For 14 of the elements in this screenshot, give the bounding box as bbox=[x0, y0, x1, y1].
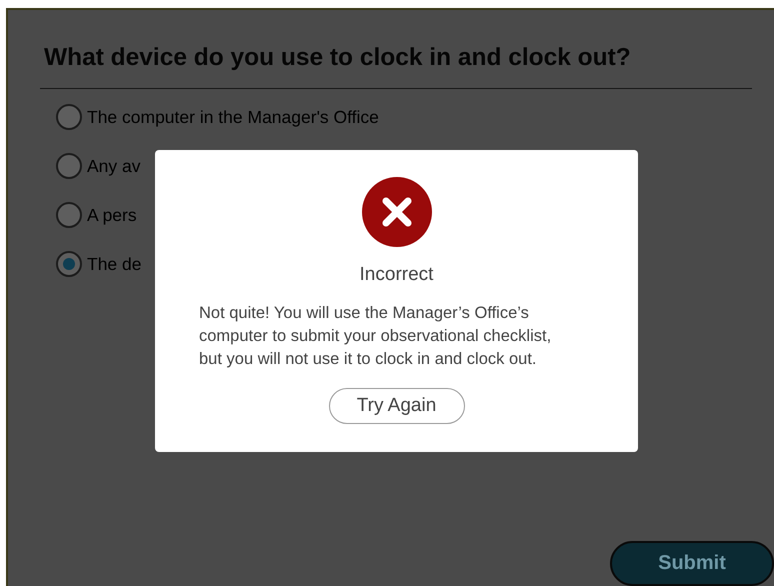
radio-button[interactable] bbox=[56, 202, 82, 228]
option-label: The computer in the Manager's Office bbox=[87, 106, 379, 128]
submit-button[interactable]: Submit bbox=[610, 541, 774, 586]
option-label: A pers bbox=[87, 204, 137, 226]
question-title: What device do you use to clock in and clock out? bbox=[44, 43, 632, 73]
dialog-message: Not quite! You will use the Manager’s Office’s computer to submit your observational checklist, but you will not use it to clock in and clock out. bbox=[198, 303, 552, 370]
option-label: The de bbox=[87, 254, 142, 274]
error-icon bbox=[362, 177, 432, 247]
try-again-button[interactable]: Try Again bbox=[328, 388, 464, 424]
option-label: Any av bbox=[87, 156, 140, 176]
radio-button[interactable] bbox=[56, 104, 82, 130]
radio-button[interactable] bbox=[56, 251, 82, 277]
dialog-title: Incorrect bbox=[360, 264, 434, 286]
radio-button[interactable] bbox=[56, 153, 82, 179]
